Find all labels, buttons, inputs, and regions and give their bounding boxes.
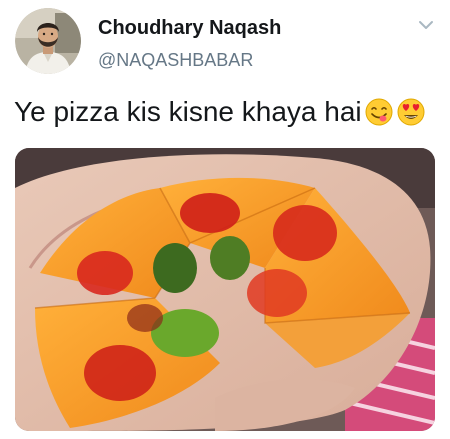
tweet-photo[interactable]	[15, 148, 435, 431]
tweet-card: Choudhary Naqash @NAQASHBABAR Ye pizza k…	[0, 0, 450, 439]
tweet-header: Choudhary Naqash @NAQASHBABAR	[15, 8, 435, 78]
chevron-down-icon[interactable]	[417, 18, 435, 32]
smiling-face-with-heart-eyes-emoji	[397, 98, 425, 126]
avatar[interactable]	[15, 8, 81, 74]
user-block[interactable]: Choudhary Naqash @NAQASHBABAR	[98, 16, 281, 71]
tweet-text-content: Ye pizza kis kisne khaya hai	[14, 96, 362, 127]
avatar-image	[15, 8, 81, 74]
author-display-name[interactable]: Choudhary Naqash	[98, 16, 281, 40]
face-savoring-food-emoji	[365, 98, 393, 126]
photo-pizza-gummy	[15, 148, 435, 431]
author-username[interactable]: @NAQASHBABAR	[98, 49, 281, 71]
tweet-text: Ye pizza kis kisne khaya hai	[14, 92, 426, 132]
